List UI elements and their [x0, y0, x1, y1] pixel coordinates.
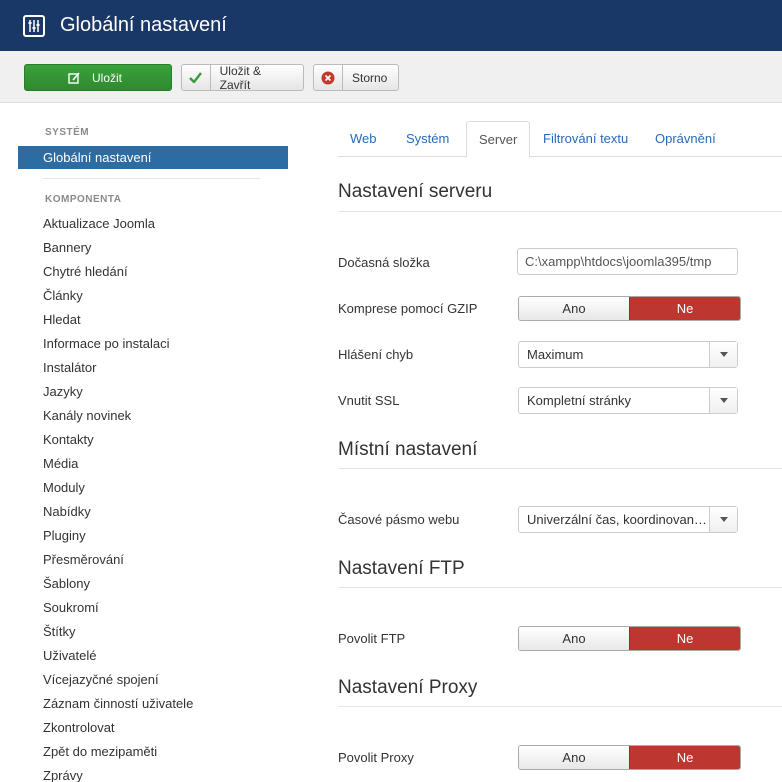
timezone-value: Univerzální čas, koordinovaný (UTC) — [527, 512, 709, 527]
sidebar-item[interactable]: Bannery — [18, 236, 193, 260]
tab-system[interactable]: Systém — [394, 121, 461, 157]
tab-permissions[interactable]: Oprávnění — [643, 121, 728, 157]
sidebar-item[interactable]: Štítky — [18, 620, 193, 644]
timezone-select[interactable]: Univerzální čas, koordinovaný (UTC) — [518, 506, 738, 533]
force-ssl-label: Vnutit SSL — [338, 393, 400, 408]
sidebar-item[interactable]: Informace po instalaci — [18, 332, 193, 356]
gzip-toggle: Ano Ne — [518, 296, 741, 321]
chevron-down-icon — [709, 342, 737, 367]
tab-server[interactable]: Server — [466, 121, 531, 158]
toolbar: Uložit Uložit & Zavřít Storno — [0, 51, 782, 103]
ftp-yes-button[interactable]: Ano — [519, 627, 629, 650]
app-header: Globální nastavení — [0, 0, 782, 51]
enable-proxy-label: Povolit Proxy — [338, 750, 414, 765]
save-close-label: Uložit & Zavřít — [219, 63, 261, 92]
chevron-down-icon — [709, 388, 737, 413]
check-icon — [182, 65, 211, 90]
save-button[interactable]: Uložit — [24, 64, 172, 91]
proxy-toggle: Ano Ne — [518, 745, 741, 770]
sidebar-item[interactable]: Zprávy — [18, 764, 193, 782]
sidebar-item[interactable]: Aktualizace Joomla — [18, 212, 193, 236]
gzip-yes-button[interactable]: Ano — [519, 297, 629, 320]
force-ssl-select[interactable]: Kompletní stránky — [518, 387, 738, 414]
sidebar-item[interactable]: Šablony — [18, 572, 193, 596]
sidebar-item[interactable]: Soukromí — [18, 596, 193, 620]
gzip-no-button[interactable]: Ne — [629, 297, 740, 320]
proxy-yes-button[interactable]: Ano — [519, 746, 629, 769]
save-close-button[interactable]: Uložit & Zavřít — [181, 63, 304, 92]
sidebar-item[interactable]: Hledat — [18, 308, 193, 332]
sidebar-item[interactable]: Chytré hledání — [18, 260, 193, 284]
chevron-down-icon — [709, 507, 737, 532]
section-divider — [338, 211, 782, 212]
server-section-title: Nastavení serveru — [338, 181, 493, 202]
sidebar-item[interactable]: Pluginy — [18, 524, 193, 548]
sidebar-item-global-config[interactable]: Globální nastavení — [18, 146, 288, 169]
sidebar-item[interactable]: Uživatelé — [18, 644, 193, 668]
proxy-no-button[interactable]: Ne — [629, 746, 740, 769]
section-divider — [338, 587, 782, 588]
ftp-toggle: Ano Ne — [518, 626, 741, 651]
sidebar-component-list: Aktualizace Joomla Bannery Chytré hledán… — [18, 212, 193, 782]
sidebar-divider — [43, 178, 260, 179]
save-button-label: Uložit — [91, 70, 122, 85]
cancel-icon — [314, 65, 343, 90]
cancel-label: Storno — [352, 70, 388, 85]
settings-sliders-icon — [23, 14, 45, 37]
locale-section-title: Místní nastavení — [338, 439, 478, 460]
force-ssl-value: Kompletní stránky — [527, 393, 632, 408]
edit-icon — [65, 65, 83, 90]
tab-text-filters[interactable]: Filtrování textu — [531, 121, 640, 157]
error-reporting-select[interactable]: Maximum — [518, 341, 738, 368]
timezone-label: Časové pásmo webu — [338, 512, 460, 527]
config-tabs: Web Systém Server Filtrování textu Opráv… — [338, 121, 782, 158]
sidebar-item[interactable]: Záznam činností uživatele — [18, 692, 193, 716]
ftp-no-button[interactable]: Ne — [629, 627, 740, 650]
sidebar-item[interactable]: Kanály novinek — [18, 404, 193, 428]
error-reporting-label: Hlášení chyb — [338, 347, 414, 362]
cancel-button[interactable]: Storno — [313, 64, 399, 91]
sidebar-item[interactable]: Instalátor — [18, 356, 193, 380]
section-divider — [338, 706, 782, 707]
sidebar-item[interactable]: Přesměrování — [18, 548, 193, 572]
temp-folder-label: Dočasná složka — [338, 255, 430, 270]
sidebar-item[interactable]: Moduly — [18, 476, 193, 500]
sidebar-item[interactable]: Média — [18, 452, 193, 476]
error-reporting-value: Maximum — [527, 347, 584, 362]
sidebar-item[interactable]: Nabídky — [18, 500, 193, 524]
sidebar-heading-system: SYSTÉM — [45, 127, 90, 138]
section-divider — [338, 468, 782, 469]
sidebar-item[interactable]: Jazyky — [18, 380, 193, 404]
temp-folder-input[interactable] — [517, 248, 738, 275]
sidebar-item[interactable]: Zkontrolovat — [18, 716, 193, 740]
sidebar-item[interactable]: Kontakty — [18, 428, 193, 452]
sidebar-item[interactable]: Zpět do mezipaměti — [18, 740, 193, 764]
ftp-section-title: Nastavení FTP — [338, 558, 465, 579]
page-title: Globální nastavení — [60, 14, 227, 36]
sidebar-item[interactable]: Články — [18, 284, 193, 308]
proxy-section-title: Nastavení Proxy — [338, 677, 478, 698]
enable-ftp-label: Povolit FTP — [338, 631, 406, 646]
sidebar-item[interactable]: Vícejazyčné spojení — [18, 668, 193, 692]
sidebar-heading-component: KOMPONENTA — [45, 194, 122, 205]
gzip-label: Komprese pomocí GZIP — [338, 301, 478, 316]
tab-web[interactable]: Web — [338, 121, 389, 157]
